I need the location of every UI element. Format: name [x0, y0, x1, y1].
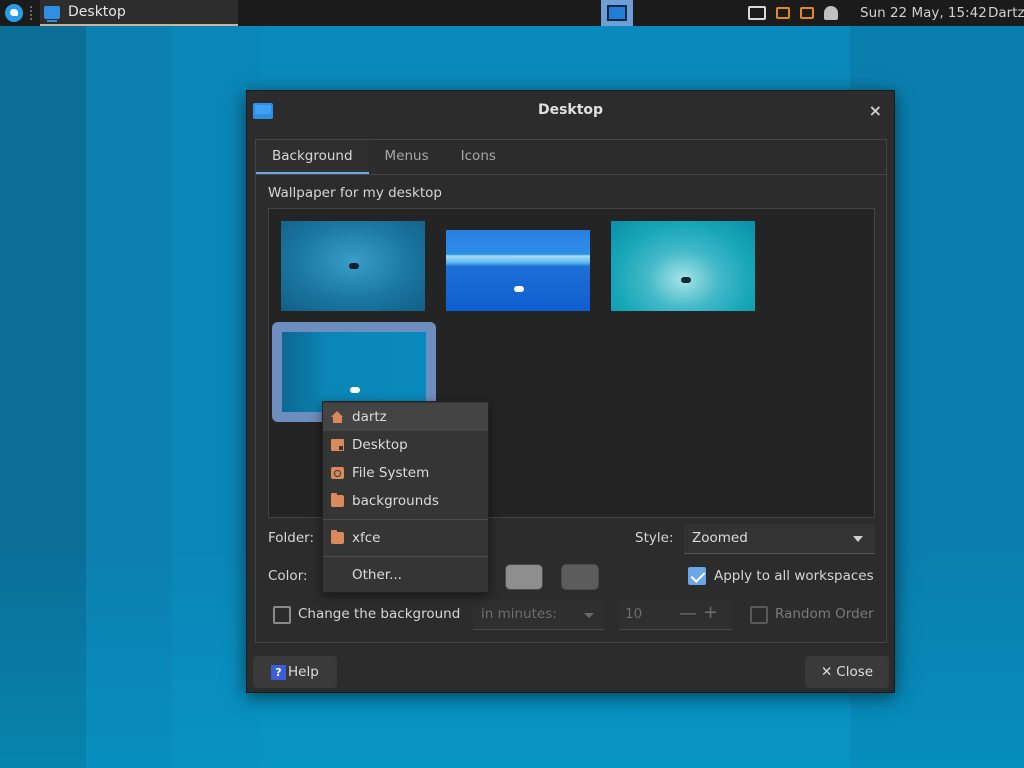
plus-icon[interactable]: +	[703, 602, 718, 623]
wallpaper-thumbnail[interactable]	[446, 230, 590, 311]
tab-divider	[256, 174, 886, 175]
menu-item-xfce[interactable]: xfce	[323, 524, 488, 552]
help-button-label: Help	[288, 664, 319, 680]
random-order-label[interactable]: Random Order	[775, 606, 874, 622]
taskbar-button-desktop[interactable]: Desktop	[40, 0, 238, 26]
interval-spinbutton[interactable]: 10 — +	[619, 600, 732, 630]
mouse-silhouette	[514, 286, 524, 292]
menu-item-label: File System	[352, 465, 430, 481]
interval-value: 10	[625, 606, 643, 622]
folder-icon	[331, 530, 344, 544]
folder-dropdown-menu: dartz Desktop File System backgrounds xf…	[322, 401, 489, 593]
menu-item-backgrounds[interactable]: backgrounds	[323, 487, 488, 515]
drive-icon	[331, 467, 344, 479]
help-button[interactable]: ? Help	[253, 656, 337, 688]
desktop-settings-icon	[44, 5, 60, 22]
menu-item-label: Desktop	[352, 437, 408, 453]
home-icon	[331, 411, 344, 423]
menu-item-label: xfce	[352, 530, 381, 546]
notification-bell-icon[interactable]	[824, 6, 838, 20]
color-label: Color:	[268, 568, 308, 584]
system-tray	[748, 0, 838, 26]
help-icon: ?	[271, 664, 286, 680]
close-button-label: Close	[836, 664, 874, 680]
desktop-folder-icon	[331, 439, 344, 451]
xfce-mouse-icon	[5, 4, 23, 22]
menu-item-other[interactable]: Other...	[323, 561, 488, 589]
folder-icon	[331, 493, 344, 507]
wallpaper-thumbnail[interactable]	[282, 332, 426, 412]
desktop-settings-dialog: Desktop × Background Menus Icons Wallpap…	[246, 90, 895, 693]
taskbar-button-label: Desktop	[68, 4, 126, 20]
dialog-title: Desktop	[537, 102, 604, 118]
interval-unit-value: in minutes:	[481, 606, 557, 622]
menu-item-label: backgrounds	[352, 493, 439, 509]
menu-item-desktop[interactable]: Desktop	[323, 431, 488, 459]
panel-clock[interactable]: Sun 22 May, 15:42	[860, 5, 987, 21]
mouse-silhouette	[681, 277, 691, 283]
tray-app-icon[interactable]	[776, 7, 790, 19]
minus-icon[interactable]: —	[679, 603, 697, 624]
menu-separator	[323, 556, 488, 557]
chevron-down-icon	[584, 613, 594, 618]
change-background-label[interactable]: Change the background	[298, 606, 460, 622]
color-button-secondary[interactable]	[561, 564, 599, 590]
menu-item-label: Other...	[352, 567, 402, 583]
mouse-silhouette	[350, 387, 360, 393]
menu-item-file-system[interactable]: File System	[323, 459, 488, 487]
menu-separator	[323, 519, 488, 520]
interval-unit-dropdown[interactable]: in minutes:	[473, 600, 604, 630]
wallpaper-thumbnail[interactable]	[611, 221, 755, 311]
top-panel: Desktop Sun 22 May, 15:42 Dartz	[0, 0, 1024, 26]
menu-item-home[interactable]: dartz	[323, 403, 488, 431]
close-icon: ✕	[820, 664, 833, 680]
style-label: Style:	[635, 530, 674, 546]
folder-label: Folder:	[268, 530, 315, 546]
style-value: Zoomed	[692, 530, 748, 546]
tab-background[interactable]: Background	[256, 140, 369, 174]
panel-user[interactable]: Dartz	[988, 5, 1024, 21]
apply-all-label[interactable]: Apply to all workspaces	[714, 568, 874, 584]
close-icon[interactable]: ×	[869, 101, 882, 120]
close-button[interactable]: ✕ Close	[805, 656, 889, 688]
tray-app-icon-2[interactable]	[800, 7, 814, 19]
wallpaper-thumbnail[interactable]	[281, 221, 425, 311]
change-background-checkbox[interactable]	[273, 606, 291, 624]
applications-menu-button[interactable]	[3, 2, 25, 24]
tab-bar: Background Menus Icons	[256, 140, 512, 174]
color-button-primary[interactable]	[505, 564, 543, 590]
tab-menus[interactable]: Menus	[369, 140, 445, 174]
panel-handle[interactable]	[30, 6, 36, 20]
dialog-titlebar[interactable]: Desktop ×	[247, 91, 894, 131]
workspace-1[interactable]	[607, 5, 627, 21]
style-dropdown[interactable]: Zoomed	[684, 524, 875, 554]
wallpaper-section-label: Wallpaper for my desktop	[268, 185, 442, 201]
workspace-switcher[interactable]	[601, 0, 633, 26]
mouse-silhouette	[349, 263, 359, 269]
chevron-down-icon	[853, 536, 863, 542]
random-order-checkbox[interactable]	[750, 606, 768, 624]
apply-all-checkbox[interactable]	[688, 567, 706, 585]
menu-item-label: dartz	[352, 409, 387, 425]
tab-icons[interactable]: Icons	[445, 140, 512, 174]
network-icon[interactable]	[748, 6, 766, 20]
